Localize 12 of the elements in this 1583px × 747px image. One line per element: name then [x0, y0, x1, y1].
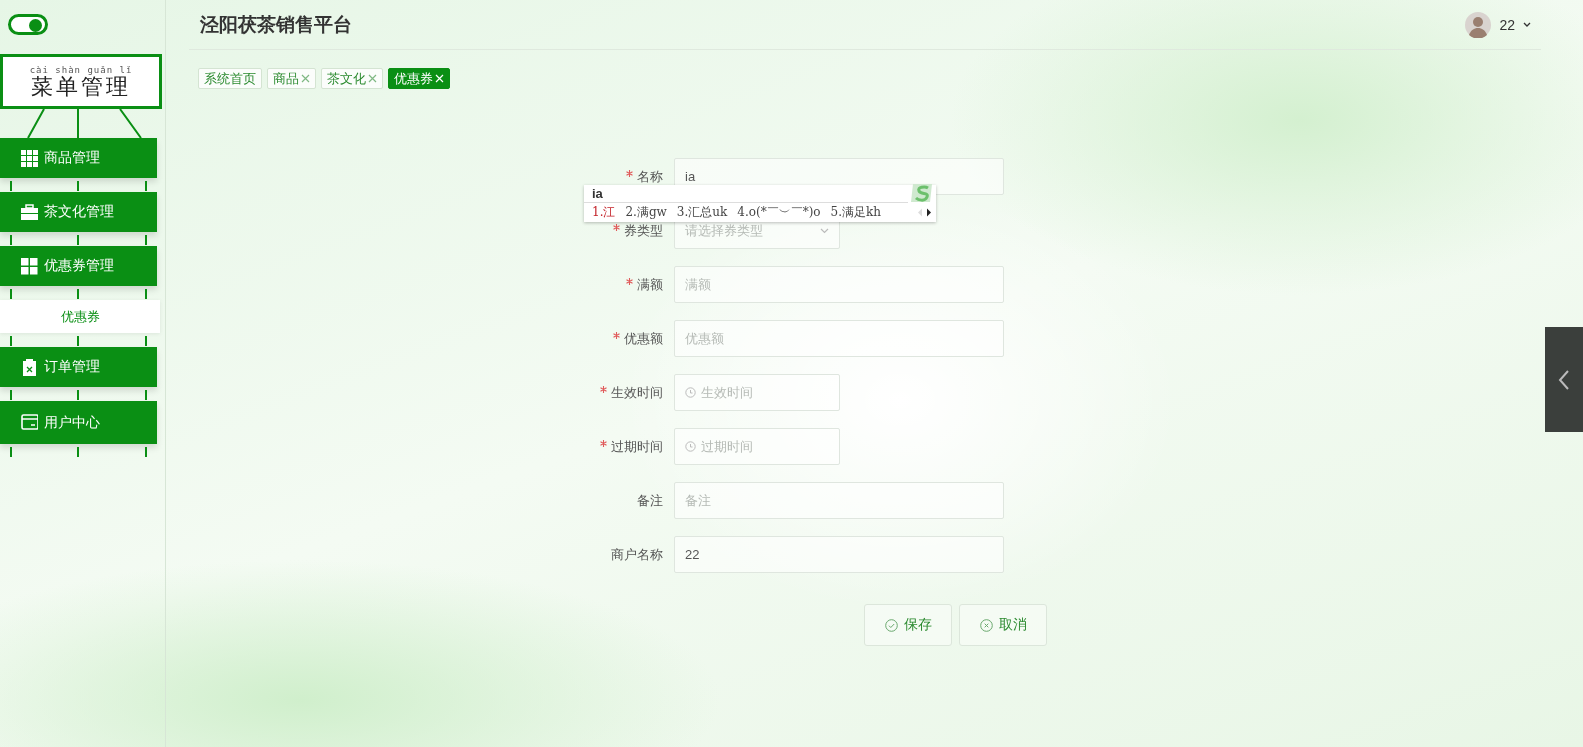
pinyin-text: cài shàn guǎn lǐ	[29, 64, 133, 75]
field-label: 优惠额	[624, 329, 663, 348]
field-label: 券类型	[624, 221, 663, 240]
field-label: 名称	[637, 167, 663, 186]
field-label: 备注	[637, 491, 663, 510]
field-label: 过期时间	[611, 437, 663, 456]
field-label: 商户名称	[611, 545, 663, 564]
field-label: 满额	[637, 275, 663, 294]
menu-title: 菜单管理	[31, 74, 131, 99]
field-label: 生效时间	[611, 383, 663, 402]
ime-composition: ia	[584, 185, 908, 203]
app-title: 泾阳茯茶销售平台	[200, 12, 353, 37]
